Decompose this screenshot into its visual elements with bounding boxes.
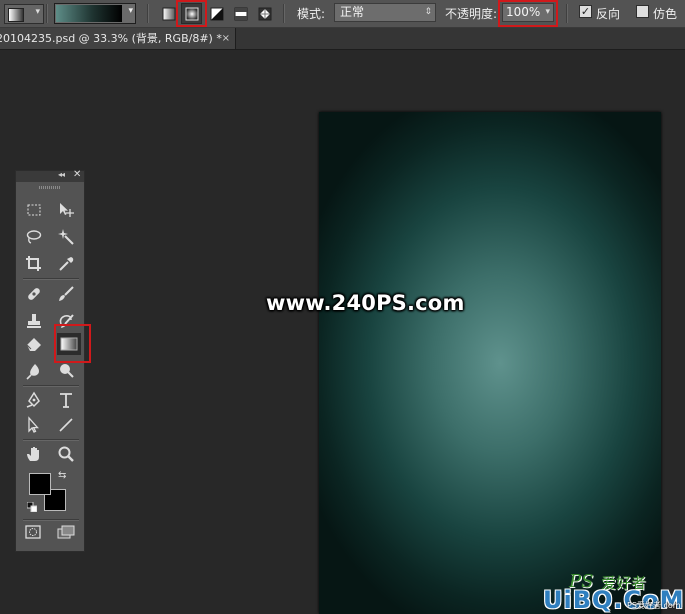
screen-mode-icon[interactable] [57, 525, 75, 539]
foreground-color-swatch[interactable] [29, 473, 51, 495]
line-icon [59, 418, 73, 432]
mode-label: 模式: [297, 7, 326, 21]
options-bar: ▾ ▾ 模式: 正常 ⇕ 不透明度: 100% ▾ ✓ 反向 仿色 [0, 0, 685, 28]
opacity-label: 不透明度: [445, 7, 498, 21]
hand-tool[interactable] [22, 443, 46, 465]
diamond-gradient-icon [258, 7, 271, 20]
linear-gradient-icon [162, 7, 175, 20]
document-tab[interactable]: 20104235.psd @ 33.3% (背景, RGB/8#) * × [0, 28, 236, 49]
move-icon [60, 203, 74, 217]
toolbox-header[interactable]: ◂◂ ✕ [16, 169, 84, 182]
stamp-icon [27, 314, 41, 328]
toolbox-divider [23, 439, 79, 441]
toolbox-divider [23, 278, 79, 280]
tool-preset-picker[interactable]: ▾ [4, 4, 44, 24]
close-icon[interactable]: × [222, 28, 230, 49]
divider [283, 4, 285, 23]
divider [46, 4, 48, 23]
document-tab-title: 20104235.psd @ 33.3% (背景, RGB/8#) * [0, 32, 222, 45]
divider [147, 4, 149, 23]
reverse-checkbox[interactable]: ✓ [579, 5, 592, 18]
blur-drop-icon [26, 364, 39, 380]
hand-icon [27, 447, 39, 461]
dither-checkbox[interactable] [636, 5, 649, 18]
toolbox-grip[interactable] [39, 186, 61, 189]
pen-tool[interactable] [22, 389, 46, 411]
reflected-gradient-button[interactable] [230, 3, 251, 24]
eraser-icon [26, 338, 41, 351]
diamond-gradient-button[interactable] [254, 3, 275, 24]
chevron-down-icon: ▾ [35, 7, 40, 17]
toolbox-divider [23, 385, 79, 387]
eyedropper-icon [59, 257, 74, 271]
type-icon [60, 393, 72, 408]
bandage-icon [28, 288, 40, 300]
move-tool[interactable] [54, 199, 78, 221]
crop-icon [26, 256, 41, 271]
dodge-icon [60, 364, 74, 378]
document-tab-bar: 20104235.psd @ 33.3% (背景, RGB/8#) * × [0, 28, 685, 50]
site-logo: PS 爱好者 UiBQ.CoM PS爱好者.com [543, 571, 685, 614]
type-tool[interactable] [54, 389, 78, 411]
path-selection-tool[interactable] [22, 414, 46, 436]
highlight-gradient-tool [54, 324, 91, 363]
gradient-preview [56, 5, 122, 22]
brush-tool[interactable] [54, 283, 78, 305]
chevron-updown-icon: ⇕ [424, 7, 432, 17]
watermark-text: www.240PS.com [266, 291, 465, 315]
reflected-gradient-icon [234, 7, 247, 20]
gradient-picker[interactable]: ▾ [54, 3, 136, 24]
highlight-opacity [498, 0, 558, 27]
eyedropper-tool[interactable] [54, 253, 78, 275]
divider [566, 4, 568, 23]
toolbox-divider [23, 519, 79, 521]
default-colors-icon[interactable] [27, 502, 37, 512]
path-selection-icon [28, 416, 39, 433]
angle-gradient-icon [210, 7, 223, 20]
zoom-icon [58, 446, 74, 462]
lasso-tool[interactable] [22, 226, 46, 248]
logo-small: PS爱好者.com [627, 601, 681, 610]
chevron-down-icon: ▾ [128, 6, 133, 16]
mode-select[interactable]: 正常 ⇕ [334, 3, 436, 22]
lasso-icon [26, 230, 42, 244]
rect-marquee-icon [27, 204, 41, 216]
crop-tool[interactable] [22, 253, 46, 275]
magic-wand-icon [58, 229, 74, 245]
pen-icon [26, 391, 40, 408]
blur-tool[interactable] [22, 360, 46, 382]
close-icon[interactable]: ✕ [73, 169, 81, 180]
dodge-tool[interactable] [54, 360, 78, 382]
collapse-icon[interactable]: ◂◂ [58, 170, 65, 179]
reverse-label: 反向 [596, 7, 621, 21]
healing-brush-tool[interactable] [22, 283, 46, 305]
dither-label: 仿色 [653, 7, 678, 21]
document-canvas[interactable] [319, 112, 661, 614]
highlight-radial-gradient [176, 0, 207, 27]
marquee-tool[interactable] [22, 199, 46, 221]
line-tool[interactable] [54, 414, 78, 436]
angle-gradient-button[interactable] [206, 3, 227, 24]
mode-select-value: 正常 [340, 5, 365, 19]
quick-mask-icon[interactable] [25, 525, 41, 539]
swap-colors-icon[interactable]: ⇆ [58, 470, 66, 481]
magic-wand-tool[interactable] [54, 226, 78, 248]
zoom-tool[interactable] [54, 443, 78, 465]
clone-stamp-tool[interactable] [22, 310, 46, 332]
toolbox-panel: ◂◂ ✕ ⇆ [15, 169, 91, 552]
brush-icon [59, 286, 74, 301]
eraser-tool[interactable] [22, 333, 46, 355]
gradient-tool-preset-icon [8, 8, 24, 22]
